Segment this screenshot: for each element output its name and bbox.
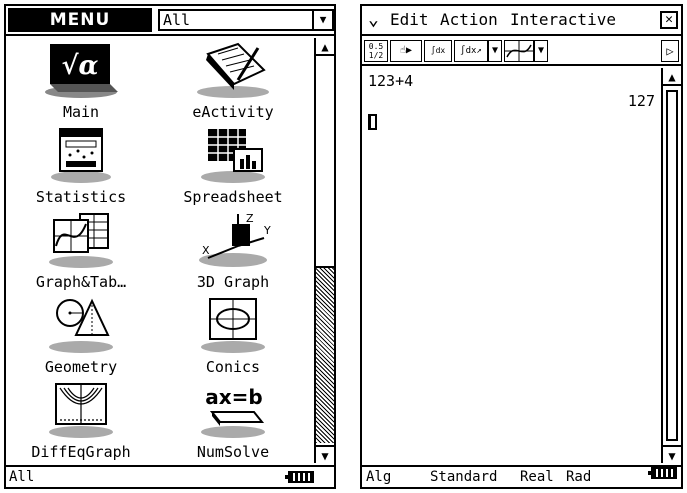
menu-screen: MENU All ▼ √α Main eActivity Statistics … xyxy=(4,4,336,489)
graph-table-app-icon xyxy=(49,213,113,268)
integral-icon[interactable]: ∫dx↗ xyxy=(454,40,488,62)
diffeqgraph-app-icon xyxy=(49,383,113,438)
eactivity-app-icon xyxy=(197,42,269,98)
derivative-icon[interactable]: ∫dx xyxy=(424,40,452,62)
menu-bar: ⌄ Edit Action Interactive ✕ xyxy=(362,6,681,36)
svg-text:√α: √α xyxy=(61,51,98,81)
app-numsolve[interactable]: ax=b NumSolve xyxy=(158,378,308,463)
app-label-spreadsheet: Spreadsheet xyxy=(183,188,283,206)
work-scrollbar[interactable]: ▲ ▼ xyxy=(661,68,681,463)
geometry-app-icon xyxy=(49,298,113,353)
scroll-up-icon[interactable]: ▲ xyxy=(663,68,681,86)
app-main[interactable]: √α Main xyxy=(6,38,156,123)
app-label-eactivity: eActivity xyxy=(192,103,274,121)
fraction-label: 1/2 xyxy=(368,51,384,60)
svg-text:Y: Y xyxy=(263,224,271,237)
dropdown-arrow-icon[interactable]: ▼ xyxy=(488,40,502,62)
app-conics[interactable]: Conics xyxy=(158,293,308,378)
conics-app-icon xyxy=(201,298,265,353)
app-label-geometry: Geometry xyxy=(44,358,118,376)
graph-icon[interactable] xyxy=(504,40,534,62)
status-number[interactable]: Real xyxy=(520,467,554,487)
toolbar-next-icon[interactable]: ▷ xyxy=(661,40,679,62)
app-label-diffeqgraph: DiffEqGraph xyxy=(31,443,131,461)
chevron-down-icon[interactable]: ⌄ xyxy=(368,6,379,34)
scroll-track[interactable] xyxy=(316,58,334,443)
3d-graph-app-icon: Z X Y xyxy=(199,212,271,267)
app-label-3d-graph: 3D Graph xyxy=(196,273,270,291)
input-cursor[interactable] xyxy=(368,114,377,130)
app-label-conics: Conics xyxy=(205,358,261,376)
scroll-down-icon[interactable]: ▼ xyxy=(663,445,681,463)
svg-text:X: X xyxy=(202,244,210,257)
scroll-thumb[interactable] xyxy=(666,90,678,441)
app-statistics[interactable]: Statistics xyxy=(6,123,156,208)
graph-dropdown-icon[interactable]: ▼ xyxy=(534,40,548,62)
chevron-down-icon[interactable]: ▼ xyxy=(312,11,332,29)
app-spreadsheet[interactable]: Spreadsheet xyxy=(158,123,308,208)
numsolve-glyph: ax=b xyxy=(205,385,262,409)
menu-edit[interactable]: Edit xyxy=(390,6,429,34)
close-icon[interactable]: ✕ xyxy=(660,11,678,29)
main-app-screen: ⌄ Edit Action Interactive ✕ 0.5 1/2 ☝▶ ∫… xyxy=(360,4,683,489)
main-app-icon: √α xyxy=(45,44,118,98)
menu-scrollbar[interactable]: ▲ ▼ xyxy=(314,38,334,463)
hand-icon[interactable]: ☝▶ xyxy=(390,40,422,62)
app-label-graph-table: Graph&Tab… xyxy=(35,273,127,291)
work-area[interactable]: 123+4 127 xyxy=(362,68,661,463)
numsolve-app-icon: ax=b xyxy=(201,385,265,438)
menu-action[interactable]: Action xyxy=(440,6,498,34)
app-eactivity[interactable]: eActivity xyxy=(158,38,308,123)
spreadsheet-app-icon xyxy=(201,129,265,183)
menu-button[interactable]: MENU xyxy=(8,8,152,32)
statistics-app-icon xyxy=(51,128,111,183)
category-value: All xyxy=(163,11,191,29)
output-result: 127 xyxy=(627,92,655,110)
decimal-fraction-button[interactable]: 0.5 1/2 xyxy=(364,40,388,62)
menu-status-bar: All xyxy=(6,465,334,487)
battery-icon xyxy=(648,467,677,479)
app-grid: √α Main eActivity Statistics Spreadsheet… xyxy=(6,38,316,463)
category-dropdown[interactable]: All ▼ xyxy=(158,9,334,31)
input-expression[interactable]: 123+4 xyxy=(368,72,413,90)
svg-text:Z: Z xyxy=(246,212,254,225)
scroll-down-icon[interactable]: ▼ xyxy=(316,445,334,463)
app-3d-graph[interactable]: Z X Y 3D Graph xyxy=(158,208,308,293)
scroll-thumb[interactable] xyxy=(316,58,334,268)
status-category: All xyxy=(9,469,35,485)
battery-icon xyxy=(285,471,314,483)
app-label-main: Main xyxy=(62,103,100,121)
menu-header: MENU All ▼ xyxy=(6,6,334,36)
app-label-numsolve: NumSolve xyxy=(196,443,270,461)
status-format[interactable]: Standard xyxy=(430,467,497,487)
status-bar: Alg Standard Real Rad xyxy=(362,465,681,487)
toolbar: 0.5 1/2 ☝▶ ∫dx ∫dx↗ ▼ ▼ ▷ xyxy=(362,38,681,66)
menu-interactive[interactable]: Interactive xyxy=(510,6,616,34)
app-label-statistics: Statistics xyxy=(35,188,127,206)
decimal-label: 0.5 xyxy=(368,42,384,51)
status-angle[interactable]: Rad xyxy=(566,467,591,487)
app-geometry[interactable]: Geometry xyxy=(6,293,156,378)
app-graph-table[interactable]: Graph&Tab… xyxy=(6,208,156,293)
app-diffeqgraph[interactable]: DiffEqGraph xyxy=(6,378,156,463)
scroll-up-icon[interactable]: ▲ xyxy=(316,38,334,56)
status-mode[interactable]: Alg xyxy=(366,467,391,487)
